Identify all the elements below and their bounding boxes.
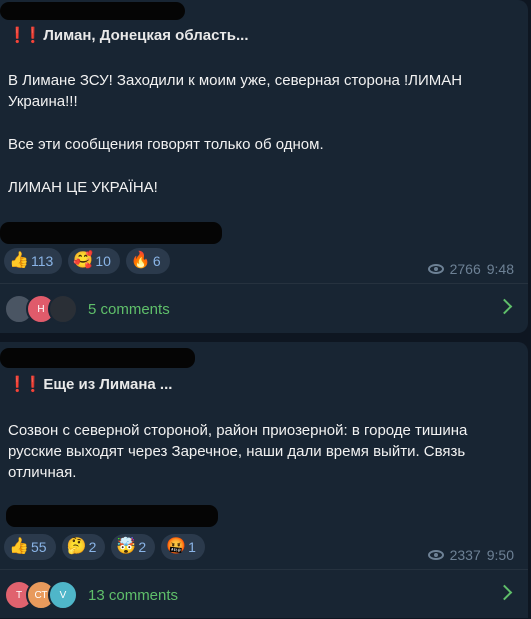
channel-post: ❗❗ Лиман, Донецкая область... В Лимане ЗС…	[0, 0, 528, 333]
redacted-signature	[6, 505, 218, 527]
commenter-avatars: Т СТ V	[4, 580, 78, 610]
post-title: ❗❗ Лиман, Донецкая область...	[8, 27, 249, 44]
post-paragraph: ЛИМАН ЦЕ УКРАЇНА!	[8, 179, 158, 196]
thinking-face-icon: 🤔	[66, 538, 87, 555]
reaction-thinking[interactable]: 🤔 2	[61, 534, 106, 560]
reaction-love[interactable]: 🥰 10	[68, 248, 120, 274]
fire-icon: 🔥	[130, 252, 151, 269]
post-time: 9:50	[486, 547, 514, 563]
eye-icon	[427, 264, 444, 274]
post-paragraph: Все эти сообщения говорят только об одно…	[8, 136, 324, 153]
reactions-bar: 👍 113 🥰 10 🔥 6	[4, 248, 170, 274]
comments-label: 5 comments	[88, 300, 170, 318]
thumbs-up-icon: 👍	[9, 538, 29, 555]
channel-post: ❗❗ Еще из Лимана ... Созвон с северной ст…	[0, 342, 528, 618]
post-title: ❗❗ Еще из Лимана ...	[8, 376, 173, 393]
avatar	[48, 294, 78, 324]
redacted-author	[0, 2, 185, 20]
cursing-face-icon: 🤬	[166, 538, 187, 555]
double-exclamation-icon: ❗❗	[8, 27, 42, 44]
post-paragraph: В Лимане ЗСУ! Заходили к моим уже, север…	[8, 72, 463, 110]
reaction-fire[interactable]: 🔥 6	[125, 248, 170, 274]
chevron-right-icon	[496, 298, 513, 315]
reaction-angry[interactable]: 🤬 1	[161, 534, 205, 560]
smiling-hearts-icon: 🥰	[73, 252, 94, 269]
reactions-bar: 👍 55 🤔 2 🤯 2 🤬 1	[4, 534, 205, 560]
exploding-head-icon: 🤯	[116, 538, 137, 555]
comments-label: 13 comments	[88, 586, 179, 604]
comments-button[interactable]: Т СТ V 13 comments	[0, 571, 528, 619]
comments-button[interactable]: Н 5 comments	[0, 285, 528, 333]
reaction-thumbs-up[interactable]: 👍 55	[4, 534, 56, 560]
post-paragraph: Созвон с северной стороной, район приозе…	[8, 422, 468, 481]
redacted-signature	[0, 222, 222, 244]
post-time: 9:48	[486, 261, 514, 277]
divider	[0, 283, 528, 284]
post-meta: 2766 9:48	[427, 261, 514, 277]
post-meta: 2337 9:50	[427, 547, 514, 563]
view-count: 2337	[449, 547, 481, 563]
redacted-author	[0, 348, 195, 368]
double-exclamation-icon: ❗❗	[8, 376, 42, 393]
commenter-avatars: Н	[4, 294, 78, 324]
reaction-thumbs-up[interactable]: 👍 113	[4, 248, 63, 274]
view-count: 2766	[449, 261, 481, 277]
thumbs-up-icon: 👍	[9, 252, 29, 269]
chevron-right-icon	[496, 584, 513, 601]
divider	[0, 569, 528, 570]
reaction-mind-blown[interactable]: 🤯 2	[111, 534, 156, 560]
avatar: V	[48, 580, 78, 610]
eye-icon	[427, 550, 444, 560]
